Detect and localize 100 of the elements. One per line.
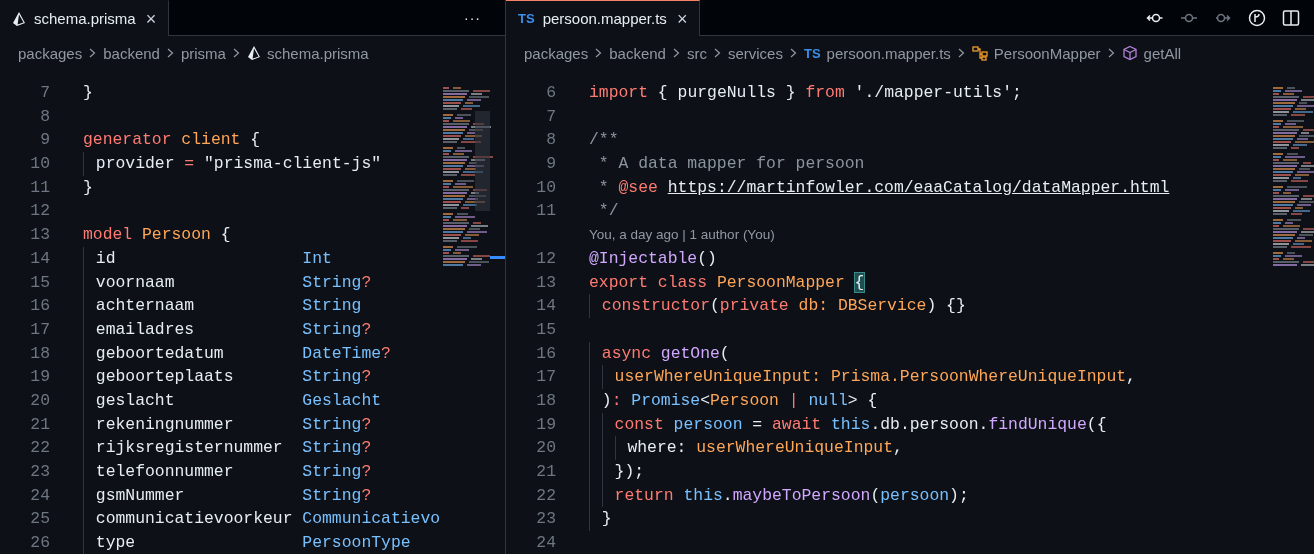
chevron-icon xyxy=(232,48,240,58)
code-line: const persoon = await this.db.persoon.findUnique({ xyxy=(614,413,1107,436)
code-line: async getOne( xyxy=(601,342,730,365)
line-number: 14 xyxy=(535,295,556,318)
breadcrumb-item[interactable]: src xyxy=(686,44,707,62)
line-number: 15 xyxy=(535,318,556,341)
more-actions-button[interactable]: ··· xyxy=(450,9,495,26)
code-line: @Injectable() xyxy=(589,247,717,270)
breadcrumb-item[interactable]: getAll xyxy=(1143,44,1182,62)
breadcrumb-item[interactable]: backend xyxy=(609,44,666,62)
code-line: id Int xyxy=(95,247,332,270)
code-line: provider = "prisma-client-js" xyxy=(95,153,382,176)
line-number: 12 xyxy=(29,200,50,223)
prisma-icon xyxy=(12,10,26,27)
line-number: 8 xyxy=(39,105,50,128)
chevron-icon xyxy=(957,48,965,58)
class-icon xyxy=(971,45,988,61)
line-number: 20 xyxy=(535,437,556,460)
line-number: 7 xyxy=(39,82,50,104)
code-line: constructor(private db: DBService) {} xyxy=(601,295,966,318)
line-number: 17 xyxy=(29,318,50,341)
line-number: 24 xyxy=(29,484,50,507)
tab-label: schema.prisma xyxy=(34,10,136,27)
code-line: geboorteplaats String? xyxy=(95,366,372,389)
code-line: communicatievoorkeur Communicatievo xyxy=(95,508,441,531)
chevron-icon xyxy=(789,48,797,58)
code-line: */ xyxy=(597,200,619,223)
breadcrumb-item[interactable]: persoon.mapper.ts xyxy=(826,44,951,62)
code-line: * @see https://martinfowler.com/eaaCatalog/dataMapper.html xyxy=(597,176,1170,199)
line-number: 24 xyxy=(535,532,556,554)
line-number: 9 xyxy=(39,129,50,152)
breadcrumb-item[interactable]: prisma xyxy=(180,44,226,62)
code-line: * A data mapper for persoon xyxy=(597,153,865,176)
code-line: type PersoonType xyxy=(95,532,411,554)
code-line: achternaam String xyxy=(95,295,362,318)
breadcrumb-item[interactable]: services xyxy=(727,44,783,62)
line-number: 18 xyxy=(535,389,556,412)
line-number: 18 xyxy=(29,342,50,365)
line-number: 22 xyxy=(535,484,556,507)
code-line: rijksregisternummer String? xyxy=(95,437,372,460)
branch-circle-icon[interactable] xyxy=(1247,8,1267,27)
chevron-icon xyxy=(89,48,97,58)
split-editor-icon[interactable] xyxy=(1281,8,1301,27)
line-number: 22 xyxy=(29,437,50,460)
line-number: 23 xyxy=(535,508,556,531)
line-number: 6 xyxy=(545,82,556,104)
code-line: emailadres String? xyxy=(95,318,372,341)
editor-tab[interactable]: schema.prisma × xyxy=(0,0,170,36)
code-line: geboortedatum DateTime? xyxy=(95,342,391,365)
line-number: 14 xyxy=(29,247,50,270)
code-line: }); xyxy=(614,461,645,483)
line-number: 19 xyxy=(535,413,556,436)
breadcrumb-item[interactable]: packages xyxy=(524,44,589,62)
line-number: 26 xyxy=(29,532,50,554)
line-number: 25 xyxy=(29,508,50,531)
line-number: 20 xyxy=(29,389,50,412)
code-line: gsmNummer String? xyxy=(95,484,372,507)
line-number: 21 xyxy=(535,461,556,483)
breadcrumb-item[interactable]: packages xyxy=(18,44,83,62)
line-number: 8 xyxy=(545,129,556,152)
code-line: model Persoon { xyxy=(83,224,231,247)
line-number: 9 xyxy=(545,153,556,176)
code-line: userWhereUniqueInput: Prisma.PersoonWhereUniqueInput, xyxy=(614,366,1136,389)
chevron-icon xyxy=(713,48,721,58)
tab-label: persoon.mapper.ts xyxy=(542,10,667,27)
cube-icon xyxy=(1121,45,1138,61)
line-number: 21 xyxy=(29,413,50,436)
code-line: } xyxy=(601,508,612,531)
line-number: 7 xyxy=(545,105,556,128)
line-number: 19 xyxy=(29,366,50,389)
code-line: telefoonnummer String? xyxy=(95,461,372,483)
chevron-icon xyxy=(672,48,680,58)
code-line: voornaam String? xyxy=(95,271,372,294)
typescript-icon: TS xyxy=(518,11,535,26)
line-number: 23 xyxy=(29,461,50,483)
code-line: rekeningnummer String? xyxy=(95,413,372,436)
line-number: 10 xyxy=(535,176,556,199)
code-line: } xyxy=(83,176,93,199)
code-line: /** xyxy=(589,129,619,152)
code-line: generator client { xyxy=(83,129,261,152)
code-line: } xyxy=(83,82,93,104)
close-button[interactable]: × xyxy=(674,9,690,28)
line-number: 16 xyxy=(535,342,556,365)
close-button[interactable]: × xyxy=(143,9,159,28)
breadcrumb-item[interactable]: backend xyxy=(103,44,160,62)
line-number: 12 xyxy=(535,247,556,270)
breadcrumb-item[interactable]: PersoonMapper xyxy=(993,44,1101,62)
codelens-annotation[interactable]: You, a day ago | 1 author (You) xyxy=(589,223,775,247)
line-number: 13 xyxy=(535,271,556,294)
code-line: export class PersoonMapper { xyxy=(589,271,865,294)
line-number: 11 xyxy=(535,200,556,223)
breadcrumb-item[interactable]: schema.prisma xyxy=(266,44,369,62)
chevron-icon xyxy=(1107,48,1115,58)
prisma-icon xyxy=(246,45,261,61)
code-line: where: userWhereUniqueInput, xyxy=(627,437,903,460)
code-line: geslacht Geslacht xyxy=(95,389,382,412)
code-line: import { purgeNulls } from './mapper-utils'; xyxy=(589,82,1022,104)
line-number: 15 xyxy=(29,271,50,294)
editor-tab[interactable]: TS persoon.mapper.ts × xyxy=(506,0,701,36)
line-number: 10 xyxy=(29,153,50,176)
